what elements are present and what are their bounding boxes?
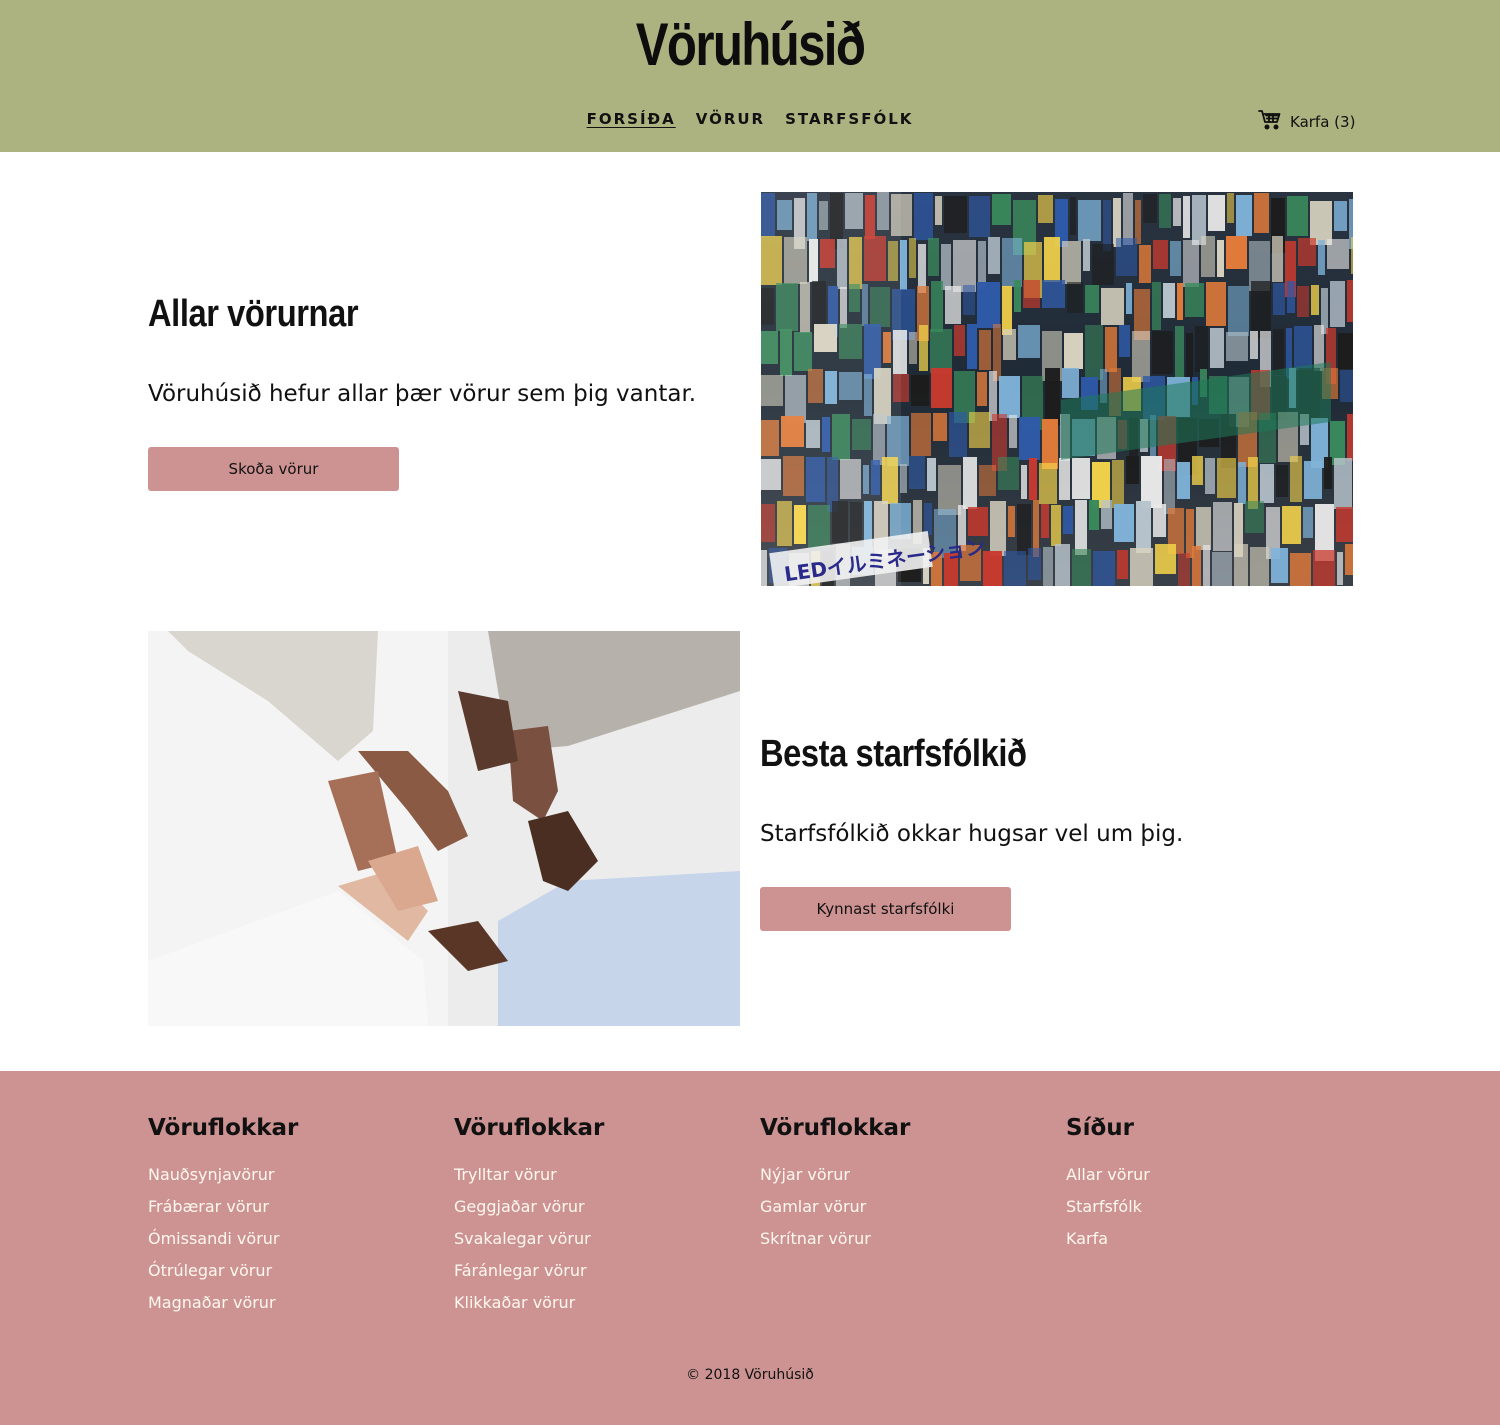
footer-link[interactable]: Ótrúlegar vörur: [148, 1255, 298, 1287]
footer-link[interactable]: Klikkaðar vörur: [454, 1287, 604, 1319]
footer-column-title: Vöruflokkar: [760, 1115, 911, 1141]
site-header: Vöruhúsið FORSÍÐA VÖRUR STARFSFÓLK Karfa…: [0, 0, 1500, 152]
footer-column: Vöruflokkar Nýjar vörur Gamlar vörur Skr…: [760, 1115, 910, 1255]
footer-link[interactable]: Svakalegar vörur: [454, 1223, 604, 1255]
footer-link[interactable]: Skrítnar vörur: [760, 1223, 910, 1255]
cart-link[interactable]: Karfa (3): [1258, 108, 1355, 136]
copyright-text: © 2018 Vöruhúsið: [686, 1367, 814, 1383]
hero-staff-title: Besta starfsfólkið: [760, 733, 1027, 775]
cart-label: Karfa (3): [1290, 113, 1356, 131]
shopping-cart-icon: [1258, 108, 1282, 136]
footer-link[interactable]: Nýjar vörur: [760, 1159, 910, 1191]
footer-link[interactable]: Gamlar vörur: [760, 1191, 910, 1223]
hero-products-image: LEDイルミネーション: [761, 192, 1353, 586]
footer-link[interactable]: Geggjaðar vörur: [454, 1191, 604, 1223]
footer-column-title: Síður: [1066, 1115, 1134, 1141]
footer-link[interactable]: Allar vörur: [1066, 1159, 1150, 1191]
hero-staff-image: [148, 631, 740, 1026]
footer-link[interactable]: Magnaðar vörur: [148, 1287, 298, 1319]
footer-column: Vöruflokkar Trylltar vörur Geggjaðar vör…: [454, 1115, 604, 1319]
nav-item-starfsfolk[interactable]: STARFSFÓLK: [785, 110, 913, 128]
footer-column: Vöruflokkar Nauðsynjavörur Frábærar vöru…: [148, 1115, 298, 1319]
footer-link[interactable]: Nauðsynjavörur: [148, 1159, 298, 1191]
view-products-button[interactable]: Skoða vörur: [148, 447, 399, 491]
footer-link[interactable]: Frábærar vörur: [148, 1191, 298, 1223]
footer-link[interactable]: Trylltar vörur: [454, 1159, 604, 1191]
footer-column: Síður Allar vörur Starfsfólk Karfa: [1066, 1115, 1150, 1255]
footer-link[interactable]: Ómissandi vörur: [148, 1223, 298, 1255]
footer-column-title: Vöruflokkar: [454, 1115, 605, 1141]
meet-staff-button[interactable]: Kynnast starfsfólki: [760, 887, 1011, 931]
site-footer: Vöruflokkar Nauðsynjavörur Frábærar vöru…: [0, 1071, 1500, 1425]
footer-link[interactable]: Starfsfólk: [1066, 1191, 1150, 1223]
footer-link[interactable]: Fáránlegar vörur: [454, 1255, 604, 1287]
footer-link[interactable]: Karfa: [1066, 1223, 1150, 1255]
footer-column-title: Vöruflokkar: [148, 1115, 299, 1141]
hero-staff-text: Starfsfólkið okkar hugsar vel um þig.: [760, 821, 1184, 847]
nav-item-vorur[interactable]: VÖRUR: [696, 110, 765, 128]
site-logo[interactable]: Vöruhúsið: [135, 10, 1365, 79]
hero-staff: Besta starfsfólkið Starfsfólkið okkar hu…: [760, 733, 1500, 931]
nav-item-forsida[interactable]: FORSÍÐA: [587, 110, 676, 128]
